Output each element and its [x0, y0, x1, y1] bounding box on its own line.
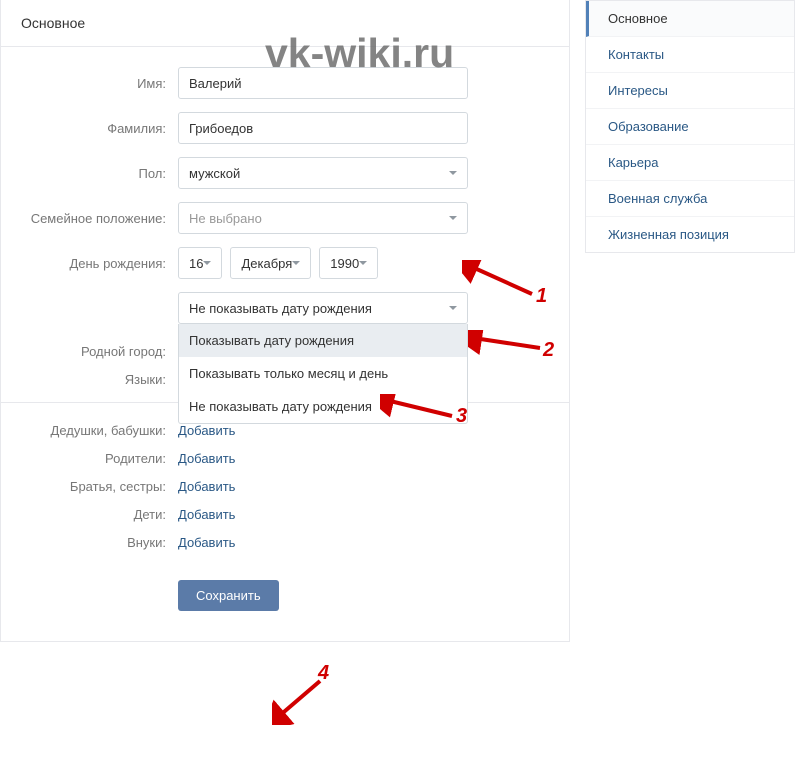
label-languages: Языки: — [21, 372, 178, 387]
label-marital: Семейное положение: — [21, 211, 178, 226]
sidebar-item-education[interactable]: Образование — [586, 109, 794, 145]
sidebar-item-interests[interactable]: Интересы — [586, 73, 794, 109]
label-first-name: Имя: — [21, 76, 178, 91]
label-gender: Пол: — [21, 166, 178, 181]
dob-visibility-option[interactable]: Не показывать дату рождения — [179, 390, 467, 423]
page-title: Основное — [1, 0, 569, 47]
add-grandchildren-link[interactable]: Добавить — [178, 535, 235, 550]
dob-day-value: 16 — [189, 256, 203, 271]
sidebar-nav: Основное Контакты Интересы Образование К… — [585, 0, 795, 253]
sidebar-item-military[interactable]: Военная служба — [586, 181, 794, 217]
gender-value: мужской — [189, 166, 240, 181]
dob-year-select[interactable]: 1990 — [319, 247, 378, 279]
dob-visibility-select[interactable]: Не показывать дату рождения — [178, 292, 468, 324]
annotation-number-4: 4 — [318, 662, 329, 685]
label-dob: День рождения: — [21, 256, 178, 271]
save-button[interactable]: Сохранить — [178, 580, 279, 611]
gender-select[interactable]: мужской — [178, 157, 468, 189]
dob-day-select[interactable]: 16 — [178, 247, 222, 279]
dob-visibility-selected: Не показывать дату рождения — [189, 301, 372, 316]
add-siblings-link[interactable]: Добавить — [178, 479, 235, 494]
chevron-down-icon — [449, 171, 457, 175]
dob-month-value: Декабря — [241, 256, 292, 271]
chevron-down-icon — [292, 261, 300, 265]
chevron-down-icon — [203, 261, 211, 265]
sidebar-item-contacts[interactable]: Контакты — [586, 37, 794, 73]
chevron-down-icon — [449, 306, 457, 310]
dob-visibility-option[interactable]: Показывать дату рождения — [179, 324, 467, 357]
label-hometown: Родной город: — [21, 344, 178, 359]
marital-select[interactable]: Не выбрано — [178, 202, 468, 234]
add-grandparents-link[interactable]: Добавить — [178, 423, 235, 438]
dob-month-select[interactable]: Декабря — [230, 247, 311, 279]
label-grandchildren: Внуки: — [21, 535, 178, 550]
label-children: Дети: — [21, 507, 178, 522]
label-siblings: Братья, сестры: — [21, 479, 178, 494]
last-name-input[interactable] — [178, 112, 468, 144]
chevron-down-icon — [359, 261, 367, 265]
label-grandparents: Дедушки, бабушки: — [21, 423, 178, 438]
label-parents: Родители: — [21, 451, 178, 466]
chevron-down-icon — [449, 216, 457, 220]
main-panel: Основное Имя: Фамилия: Пол: мужской — [0, 0, 570, 642]
annotation-arrow-4 — [272, 675, 332, 725]
add-children-link[interactable]: Добавить — [178, 507, 235, 522]
add-parents-link[interactable]: Добавить — [178, 451, 235, 466]
sidebar-item-position[interactable]: Жизненная позиция — [586, 217, 794, 252]
label-last-name: Фамилия: — [21, 121, 178, 136]
marital-placeholder: Не выбрано — [189, 211, 262, 226]
dob-year-value: 1990 — [330, 256, 359, 271]
sidebar-item-main[interactable]: Основное — [586, 1, 794, 37]
sidebar-item-career[interactable]: Карьера — [586, 145, 794, 181]
dob-visibility-option[interactable]: Показывать только месяц и день — [179, 357, 467, 390]
dob-visibility-dropdown: Показывать дату рождения Показывать толь… — [178, 324, 468, 424]
first-name-input[interactable] — [178, 67, 468, 99]
